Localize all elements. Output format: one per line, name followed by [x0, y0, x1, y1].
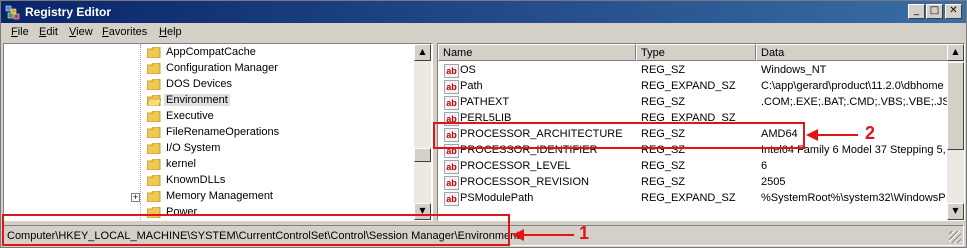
- tree-item[interactable]: AppCompatCache: [4, 45, 414, 61]
- annotation-label-1: 1: [579, 223, 590, 243]
- folder-icon: [147, 159, 161, 170]
- folder-icon: [147, 79, 161, 90]
- tree-item-label: AppCompatCache: [166, 46, 256, 58]
- maximize-button[interactable]: □: [926, 4, 943, 19]
- tree-item-label: KnownDLLs: [166, 174, 226, 186]
- annotation-box-1: [2, 214, 510, 246]
- value-type: REG_SZ: [641, 64, 686, 76]
- annotation-box-2: [433, 122, 805, 149]
- folder-icon: [147, 47, 161, 58]
- window-title: Registry Editor: [25, 5, 112, 19]
- scroll-thumb[interactable]: [947, 62, 964, 150]
- folder-icon: [147, 111, 161, 122]
- value-row[interactable]: ab PSModulePath REG_EXPAND_SZ %SystemRoo…: [438, 191, 948, 207]
- value-row[interactable]: ab PROCESSOR_REVISION REG_SZ 2505: [438, 175, 948, 191]
- open-folder-icon: [147, 95, 161, 106]
- menu-bar: File Edit View Favorites Help: [1, 23, 966, 43]
- tree-item[interactable]: + Memory Management: [4, 189, 414, 205]
- tree-item-label: Executive: [166, 110, 214, 122]
- tree-item-label: DOS Devices: [166, 78, 233, 90]
- string-value-icon: ab: [444, 176, 459, 190]
- string-value-icon: ab: [444, 80, 459, 94]
- value-type: REG_SZ: [641, 96, 686, 108]
- value-name: PSModulePath: [460, 192, 534, 204]
- value-type: REG_SZ: [641, 176, 686, 188]
- value-name: PROCESSOR_REVISION: [460, 176, 589, 188]
- menu-edit[interactable]: Edit: [39, 26, 58, 38]
- tree-item-label: Memory Management: [166, 190, 273, 202]
- annotation-line-2: [816, 134, 858, 136]
- value-type: REG_SZ: [641, 160, 686, 172]
- value-name: OS: [460, 64, 476, 76]
- string-value-icon: ab: [444, 192, 459, 206]
- tree-item-label: Environment: [164, 94, 230, 106]
- column-header-data[interactable]: Data: [756, 44, 948, 61]
- menu-view[interactable]: View: [69, 26, 93, 38]
- value-data: .COM;.EXE;.BAT;.CMD;.VBS;.VBE;.JS;: [761, 96, 951, 108]
- folder-icon: [147, 191, 161, 202]
- folder-icon: [147, 127, 161, 138]
- value-data: 2505: [761, 176, 786, 188]
- string-value-icon: ab: [444, 160, 459, 174]
- resize-grip[interactable]: [949, 231, 961, 243]
- annotation-label-2: 2: [865, 123, 876, 143]
- value-name: PATHEXT: [460, 96, 510, 108]
- annotation-line-1: [522, 234, 574, 236]
- registry-editor-icon: [5, 5, 20, 20]
- value-row[interactable]: ab Path REG_EXPAND_SZ C:\app\gerard\prod…: [438, 79, 948, 95]
- scroll-thumb[interactable]: [414, 148, 431, 162]
- scroll-down-button[interactable]: ▼: [947, 203, 964, 220]
- scroll-up-button[interactable]: ▲: [947, 44, 964, 61]
- string-value-icon: ab: [444, 96, 459, 110]
- expand-toggle[interactable]: +: [131, 193, 140, 202]
- tree-item[interactable]: DOS Devices: [4, 77, 414, 93]
- folder-icon: [147, 143, 161, 154]
- value-type: REG_EXPAND_SZ: [641, 80, 736, 92]
- tree-item[interactable]: FileRenameOperations: [4, 125, 414, 141]
- folder-icon: [147, 63, 161, 74]
- value-name: PROCESSOR_LEVEL: [460, 160, 571, 172]
- value-type: REG_EXPAND_SZ: [641, 192, 736, 204]
- tree-item[interactable]: I/O System: [4, 141, 414, 157]
- value-data: Windows_NT: [761, 64, 827, 76]
- value-row[interactable]: ab PROCESSOR_LEVEL REG_SZ 6: [438, 159, 948, 175]
- tree-item-environment[interactable]: Environment: [4, 93, 414, 109]
- tree-item[interactable]: Executive: [4, 109, 414, 125]
- tree-item-label: kernel: [166, 158, 196, 170]
- value-data: C:\app\gerard\product\11.2.0\dbhome: [761, 80, 944, 92]
- value-data: %SystemRoot%\system32\WindowsP: [761, 192, 946, 204]
- value-row[interactable]: ab OS REG_SZ Windows_NT: [438, 63, 948, 79]
- menu-file[interactable]: File: [11, 26, 29, 38]
- tree-item[interactable]: kernel: [4, 157, 414, 173]
- scroll-up-button[interactable]: ▲: [414, 44, 431, 61]
- tree-scrollbar[interactable]: ▲ ▼: [414, 44, 431, 220]
- tree-item[interactable]: Configuration Manager: [4, 61, 414, 77]
- tree-item-label: I/O System: [166, 142, 221, 154]
- column-header-type[interactable]: Type: [636, 44, 756, 61]
- minimize-button[interactable]: _: [908, 4, 925, 19]
- string-value-icon: ab: [444, 64, 459, 78]
- list-scrollbar[interactable]: ▲ ▼: [947, 44, 964, 220]
- tree-item-label: FileRenameOperations: [166, 126, 280, 138]
- menu-help[interactable]: Help: [159, 26, 182, 38]
- key-tree-pane[interactable]: AppCompatCache Configuration Manager DOS…: [3, 43, 433, 221]
- close-button[interactable]: ✕: [945, 4, 962, 19]
- folder-icon: [147, 175, 161, 186]
- title-bar[interactable]: Registry Editor _ □ ✕: [1, 1, 966, 23]
- value-row[interactable]: ab PATHEXT REG_SZ .COM;.EXE;.BAT;.CMD;.V…: [438, 95, 951, 111]
- tree-item[interactable]: KnownDLLs: [4, 173, 414, 189]
- menu-favorites[interactable]: Favorites: [102, 26, 147, 38]
- tree-item-label: Configuration Manager: [166, 62, 278, 74]
- value-data: 6: [761, 160, 768, 172]
- value-name: Path: [460, 80, 483, 92]
- column-header-name[interactable]: Name: [438, 44, 636, 61]
